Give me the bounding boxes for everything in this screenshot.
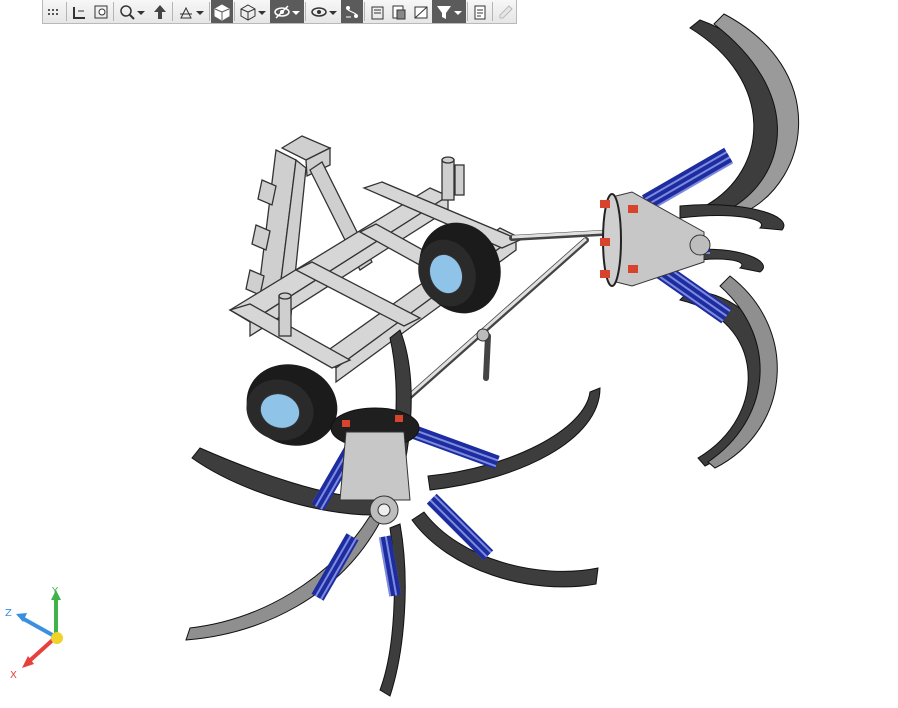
y-axis-label: Y (51, 586, 59, 597)
triad-origin (51, 632, 63, 644)
rotary-rake-assembly[interactable] (185, 13, 800, 697)
x-axis-label: X (10, 670, 17, 681)
left-rotor[interactable] (185, 329, 601, 697)
z-axis-arrow (21, 616, 57, 639)
graphics-area[interactable]: X Y Z (0, 0, 898, 708)
right-rotor[interactable] (600, 13, 800, 469)
z-axis-label: Z (5, 608, 12, 619)
orientation-triad: X Y Z (5, 586, 63, 681)
